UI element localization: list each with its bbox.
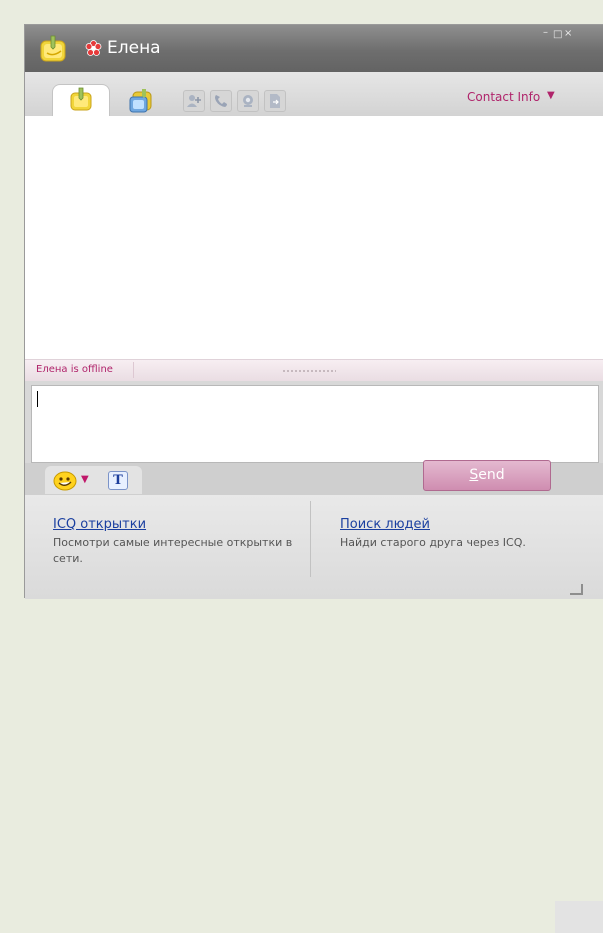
status-divider bbox=[133, 362, 134, 378]
status-strip: Елена is offline bbox=[25, 359, 603, 381]
icq-postcards-description: Посмотри самые интересные открытки в сет… bbox=[53, 536, 293, 565]
formatting-toolbar: ▼ T bbox=[45, 466, 142, 494]
icq-postcards-link[interactable]: ICQ открытки bbox=[53, 517, 146, 532]
smiley-dropdown-arrow-icon[interactable]: ▼ bbox=[81, 474, 89, 485]
send-area-right bbox=[555, 901, 603, 933]
webcam-button[interactable] bbox=[237, 90, 259, 112]
send-button-label: end bbox=[478, 467, 505, 483]
text-caret bbox=[37, 391, 38, 407]
minimize-button[interactable]: – bbox=[543, 27, 548, 38]
call-icon bbox=[215, 95, 227, 107]
resize-grip-icon[interactable] bbox=[569, 583, 583, 595]
message-input[interactable] bbox=[35, 389, 597, 461]
send-button-mnemonic: S bbox=[469, 467, 479, 483]
smiley-icon[interactable] bbox=[53, 471, 77, 491]
compose-frame bbox=[31, 385, 599, 463]
maximize-button[interactable]: □ bbox=[553, 29, 562, 40]
contact-name: Елена bbox=[107, 38, 161, 58]
font-format-button[interactable]: T bbox=[108, 471, 128, 490]
offline-status-text: Елена is offline bbox=[36, 364, 113, 375]
chat-window: Елена – □ × Contact Info ▼ Елена is offl… bbox=[24, 24, 603, 933]
offline-status-flower-icon bbox=[85, 40, 102, 56]
add-contact-icon bbox=[187, 95, 201, 107]
add-contact-button[interactable] bbox=[183, 90, 205, 112]
send-file-icon bbox=[270, 94, 280, 108]
message-history[interactable] bbox=[25, 116, 603, 359]
title-bar[interactable]: Елена – □ × bbox=[25, 25, 603, 72]
tab-messages[interactable] bbox=[52, 84, 110, 116]
chevron-down-icon[interactable]: ▼ bbox=[547, 90, 555, 101]
promo-panel: ICQ открытки Посмотри самые интересные о… bbox=[25, 495, 603, 599]
promo-divider bbox=[310, 501, 311, 577]
splitter-grip[interactable] bbox=[282, 370, 336, 372]
call-button[interactable] bbox=[210, 90, 232, 112]
tab-bar: Contact Info ▼ bbox=[25, 72, 603, 116]
close-button[interactable]: × bbox=[564, 28, 572, 39]
contact-info-link[interactable]: Contact Info bbox=[467, 90, 540, 104]
history-tab-icon[interactable] bbox=[128, 88, 156, 114]
send-file-button[interactable] bbox=[264, 90, 286, 112]
webcam-icon bbox=[243, 95, 253, 107]
people-search-description: Найди старого друга через ICQ. bbox=[340, 536, 526, 549]
messages-tab-icon bbox=[70, 87, 92, 111]
send-button[interactable]: Send bbox=[423, 460, 551, 491]
icq-notepad-icon bbox=[40, 35, 66, 62]
people-search-link[interactable]: Поиск людей bbox=[340, 517, 430, 532]
